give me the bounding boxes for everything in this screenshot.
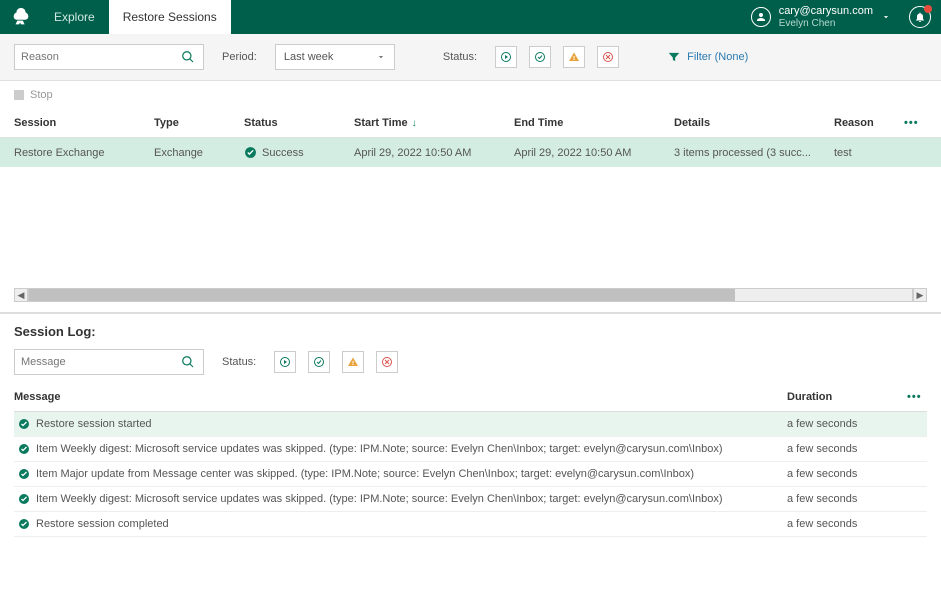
log-toolbar: Status: (14, 349, 927, 375)
log-message: Item Major update from Message center wa… (36, 468, 694, 480)
log-duration: a few seconds (787, 468, 907, 480)
scroll-right-arrow[interactable]: ▶ (913, 288, 927, 302)
log-duration: a few seconds (787, 493, 907, 505)
col-start[interactable]: Start Time↓ (354, 117, 514, 129)
log-column-options-button[interactable]: ••• (907, 391, 927, 403)
tab-restore-sessions[interactable]: Restore Sessions (109, 0, 231, 34)
session-log-panel: Session Log: Status: Message Duration ••… (0, 312, 941, 537)
funnel-icon (667, 50, 681, 64)
tab-restore-sessions-label: Restore Sessions (123, 10, 217, 24)
status-filter-buttons (495, 46, 619, 68)
session-log-title: Session Log: (14, 324, 927, 339)
app-logo-icon (10, 6, 32, 28)
col-details[interactable]: Details (674, 117, 834, 129)
status-warning-button[interactable] (563, 46, 585, 68)
horizontal-scrollbar[interactable]: ◀ ▶ (14, 288, 927, 302)
status-success-button[interactable] (529, 46, 551, 68)
stop-button[interactable]: Stop (0, 81, 941, 109)
user-icon (751, 7, 771, 27)
cell-start: April 29, 2022 10:50 AM (354, 147, 514, 159)
col-reason[interactable]: Reason (834, 117, 904, 129)
success-icon (18, 443, 30, 455)
cell-reason: test (834, 147, 904, 159)
tab-explore-label: Explore (54, 10, 95, 24)
status-error-button[interactable] (597, 46, 619, 68)
column-options-button[interactable]: ••• (904, 117, 924, 129)
success-icon (18, 518, 30, 530)
notification-badge (924, 5, 932, 13)
log-message: Item Weekly digest: Microsoft service up… (36, 443, 723, 455)
message-search-input[interactable] (21, 350, 181, 374)
success-icon (18, 493, 30, 505)
col-type[interactable]: Type (154, 117, 244, 129)
log-row[interactable]: Restore session completed a few seconds (14, 512, 927, 537)
period-value: Last week (284, 51, 334, 63)
cell-session: Restore Exchange (14, 147, 154, 159)
log-row[interactable]: Item Major update from Message center wa… (14, 462, 927, 487)
cell-details: 3 items processed (3 succ... (674, 147, 834, 159)
log-row[interactable]: Item Weekly digest: Microsoft service up… (14, 487, 927, 512)
sessions-table: Session Type Status Start Time↓ End Time… (0, 109, 941, 288)
user-menu[interactable]: cary@carysun.com Evelyn Chen (751, 5, 931, 28)
reason-search-box[interactable] (14, 44, 204, 70)
chevron-down-icon (881, 12, 891, 22)
search-icon[interactable] (181, 50, 195, 64)
reason-search-input[interactable] (21, 45, 181, 69)
scroll-track[interactable] (28, 288, 913, 302)
sort-asc-icon: ↓ (412, 118, 417, 129)
success-icon (18, 418, 30, 430)
col-end[interactable]: End Time (514, 117, 674, 129)
status-running-button[interactable] (495, 46, 517, 68)
log-status-label: Status: (222, 356, 256, 368)
period-select[interactable]: Last week (275, 44, 395, 70)
log-status-error-button[interactable] (376, 351, 398, 373)
sessions-table-header: Session Type Status Start Time↓ End Time… (0, 109, 941, 138)
log-duration: a few seconds (787, 443, 907, 455)
log-status-success-button[interactable] (308, 351, 330, 373)
status-label: Status: (443, 51, 477, 63)
period-label: Period: (222, 51, 257, 63)
log-status-filter-buttons (274, 351, 398, 373)
notifications-button[interactable] (909, 6, 931, 28)
log-table-header: Message Duration ••• (14, 385, 927, 412)
log-message: Restore session started (36, 418, 152, 430)
scroll-left-arrow[interactable]: ◀ (14, 288, 28, 302)
sessions-toolbar: Period: Last week Status: Filter (None) (0, 34, 941, 81)
stop-label: Stop (30, 89, 53, 101)
filter-link[interactable]: Filter (None) (667, 50, 748, 64)
user-name: Evelyn Chen (779, 18, 873, 29)
cell-end: April 29, 2022 10:50 AM (514, 147, 674, 159)
sessions-table-body: Restore Exchange Exchange Success April … (0, 138, 941, 288)
scroll-thumb[interactable] (29, 289, 735, 301)
log-duration: a few seconds (787, 418, 907, 430)
log-col-message[interactable]: Message (14, 391, 787, 403)
tab-explore[interactable]: Explore (40, 0, 109, 34)
table-row[interactable]: Restore Exchange Exchange Success April … (0, 138, 941, 167)
user-email: cary@carysun.com (779, 5, 873, 17)
col-status[interactable]: Status (244, 117, 354, 129)
log-duration: a few seconds (787, 518, 907, 530)
cell-status: Success (244, 146, 354, 159)
chevron-down-icon (376, 52, 386, 62)
log-status-running-button[interactable] (274, 351, 296, 373)
log-row[interactable]: Item Weekly digest: Microsoft service up… (14, 437, 927, 462)
log-message: Restore session completed (36, 518, 169, 530)
log-message: Item Weekly digest: Microsoft service up… (36, 493, 723, 505)
topbar: Explore Restore Sessions cary@carysun.co… (0, 0, 941, 34)
log-row[interactable]: Restore session started a few seconds (14, 412, 927, 437)
search-icon[interactable] (181, 355, 195, 369)
log-status-warning-button[interactable] (342, 351, 364, 373)
success-icon (18, 468, 30, 480)
log-col-duration[interactable]: Duration (787, 391, 907, 403)
success-icon (244, 146, 257, 159)
col-session[interactable]: Session (14, 117, 154, 129)
filter-label: Filter (None) (687, 51, 748, 63)
message-search-box[interactable] (14, 349, 204, 375)
cell-type: Exchange (154, 147, 244, 159)
stop-icon (14, 90, 24, 100)
